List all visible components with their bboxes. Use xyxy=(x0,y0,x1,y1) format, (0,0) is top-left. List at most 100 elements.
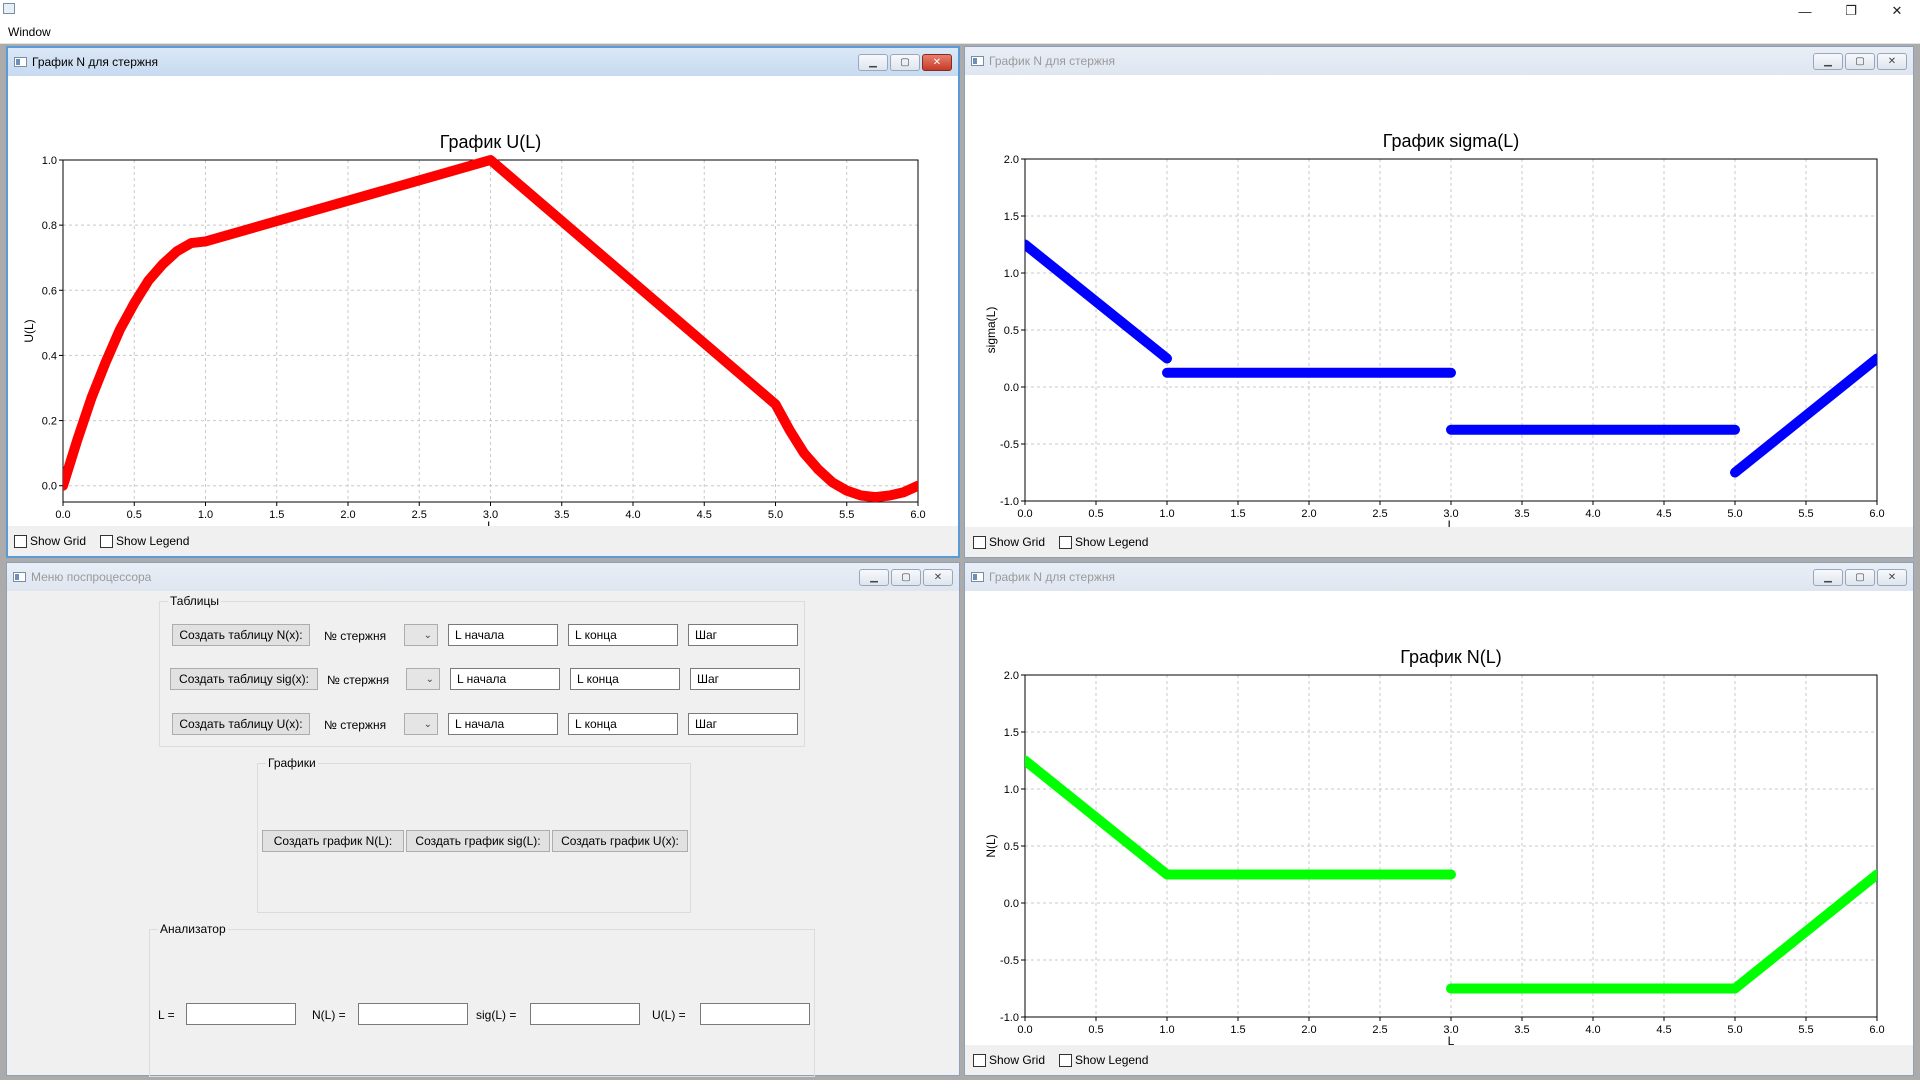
analyzer-n-input[interactable] xyxy=(358,1003,468,1025)
close-icon[interactable]: ✕ xyxy=(923,569,953,586)
app-close-button[interactable]: ✕ xyxy=(1874,0,1920,22)
x-tick-label: 6.0 xyxy=(910,509,925,521)
show-legend-checkbox[interactable]: Show Legend xyxy=(1059,535,1148,549)
x-tick-label: 0.5 xyxy=(1088,508,1103,520)
x-tick-label: 2.0 xyxy=(1301,1024,1316,1036)
checkbox-box[interactable] xyxy=(973,535,986,549)
rod-number-label: № стержня xyxy=(324,629,387,643)
menu-window-titlebar[interactable]: Меню поспроцессора ▁ ▢ ✕ xyxy=(7,563,959,591)
n-plot-window-title: График N для стержня xyxy=(989,570,1116,584)
y-tick-label: 0.8 xyxy=(42,220,57,232)
table-n-end-input[interactable] xyxy=(568,624,678,646)
create-graph-sig-button[interactable]: Создать график sig(L): xyxy=(406,830,550,852)
close-icon[interactable]: ✕ xyxy=(922,54,952,71)
maximize-icon[interactable]: ▢ xyxy=(890,54,920,71)
close-icon[interactable]: ✕ xyxy=(1877,53,1907,70)
show-grid-checkbox[interactable]: Show Grid xyxy=(14,534,86,548)
rod-number-select[interactable]: ⌄ xyxy=(404,624,438,646)
y-axis-label: N(L) xyxy=(984,834,998,857)
chart-group: График N(L)0.0 0.5 1.0 1.5 2.0 2.5 3.0 3.5 4.0 4.… xyxy=(984,647,1885,1045)
y-tick-label: -1.0 xyxy=(1000,1012,1019,1024)
table-sig-step-input[interactable] xyxy=(690,668,800,690)
table-u-step-input[interactable] xyxy=(688,713,798,735)
y-tick-label: -0.5 xyxy=(1000,955,1019,967)
app-titlebar: — ❐ ✕ xyxy=(0,0,1920,22)
analyzer-sig-input[interactable] xyxy=(530,1003,640,1025)
x-tick-label: 4.0 xyxy=(625,509,640,521)
create-table-sig-button[interactable]: Создать таблицу sig(x): xyxy=(170,668,318,690)
analyzer-l-input[interactable] xyxy=(186,1003,296,1025)
create-table-n-button[interactable]: Создать таблицу N(x): xyxy=(172,624,310,646)
rod-number-label: № стержня xyxy=(324,718,387,732)
minimize-icon[interactable]: ▁ xyxy=(858,54,888,71)
checkbox-box[interactable] xyxy=(1059,1053,1072,1067)
table-sig-end-input[interactable] xyxy=(570,668,680,690)
maximize-icon[interactable]: ▢ xyxy=(891,569,921,586)
x-axis-label: L xyxy=(1448,518,1455,527)
mdi-area: График N для стержня ▁ ▢ ✕ График U(L) 0.… xyxy=(0,44,1920,1080)
window-icon xyxy=(971,572,984,582)
x-tick-label: 1.0 xyxy=(198,509,213,521)
x-tick-label: 5.5 xyxy=(839,509,854,521)
maximize-icon[interactable]: ▢ xyxy=(1845,569,1875,586)
x-tick-label: 4.5 xyxy=(1656,508,1671,520)
close-icon[interactable]: ✕ xyxy=(1877,569,1907,586)
chart-title: График U(L) xyxy=(440,132,542,152)
table-n-start-input[interactable] xyxy=(448,624,558,646)
x-tick-label: 0.0 xyxy=(1017,508,1032,520)
graphs-group-title: Графики xyxy=(266,756,318,770)
app-icon xyxy=(3,3,15,14)
y-tick-label: 1.0 xyxy=(42,155,57,167)
analyzer-group-title: Анализатор xyxy=(158,922,228,936)
show-legend-checkbox[interactable]: Show Legend xyxy=(1059,1053,1148,1067)
rod-number-select[interactable]: ⌄ xyxy=(404,713,438,735)
table-n-step-input[interactable] xyxy=(688,624,798,646)
tables-group-title: Таблицы xyxy=(168,594,222,608)
checkbox-box[interactable] xyxy=(100,534,113,548)
x-tick-label: 4.5 xyxy=(697,509,712,521)
create-table-u-button[interactable]: Создать таблицу U(x): xyxy=(172,713,310,735)
rod-number-label: № стержня xyxy=(327,673,390,687)
graphs-group: Графики Создать график N(L): Создать гра… xyxy=(257,756,691,913)
create-graph-n-button[interactable]: Создать график N(L): xyxy=(262,830,404,852)
sigma-plot-titlebar[interactable]: График N для стержня ▁ ▢ ✕ xyxy=(965,47,1913,75)
minimize-icon[interactable]: ▁ xyxy=(1813,53,1843,70)
app-minimize-button[interactable]: — xyxy=(1782,0,1828,22)
menu-window[interactable]: Window xyxy=(8,25,51,39)
n-plot-titlebar[interactable]: График N для стержня ▁ ▢ ✕ xyxy=(965,563,1913,591)
show-grid-checkbox[interactable]: Show Grid xyxy=(973,1053,1045,1067)
show-grid-checkbox[interactable]: Show Grid xyxy=(973,535,1045,549)
show-grid-label: Show Grid xyxy=(30,534,87,548)
x-tick-label: 3.5 xyxy=(554,509,569,521)
table-sig-start-input[interactable] xyxy=(450,668,560,690)
y-tick-label: 1.0 xyxy=(1004,268,1019,280)
x-tick-label: 1.5 xyxy=(1230,1024,1245,1036)
table-u-end-input[interactable] xyxy=(568,713,678,735)
x-tick-label: 5.0 xyxy=(1727,1024,1742,1036)
show-legend-checkbox[interactable]: Show Legend xyxy=(100,534,189,548)
show-legend-label: Show Legend xyxy=(116,534,190,548)
sig-label: sig(L) = xyxy=(476,1008,517,1022)
table-u-start-input[interactable] xyxy=(448,713,558,735)
postprocessor-menu-window: Меню поспроцессора ▁ ▢ ✕ Таблицы Создать… xyxy=(6,562,960,1077)
show-legend-label: Show Legend xyxy=(1075,1053,1149,1067)
y-tick-label: -1.0 xyxy=(1000,496,1019,508)
x-tick-label: 2.0 xyxy=(1301,508,1316,520)
create-graph-u-button[interactable]: Создать график U(x): xyxy=(552,830,688,852)
analyzer-u-input[interactable] xyxy=(700,1003,810,1025)
maximize-icon[interactable]: ▢ xyxy=(1845,53,1875,70)
minimize-icon[interactable]: ▁ xyxy=(859,569,889,586)
x-tick-label: 4.0 xyxy=(1585,508,1600,520)
u-plot-titlebar[interactable]: График N для стержня ▁ ▢ ✕ xyxy=(8,48,958,76)
x-tick-label: 2.5 xyxy=(1372,1024,1387,1036)
y-tick-label: 0.0 xyxy=(1004,382,1019,394)
checkbox-box[interactable] xyxy=(1059,535,1072,549)
minimize-icon[interactable]: ▁ xyxy=(1813,569,1843,586)
checkbox-box[interactable] xyxy=(973,1053,986,1067)
y-tick-label: 0.6 xyxy=(42,285,57,297)
y-tick-label: 0.5 xyxy=(1004,841,1019,853)
checkbox-box[interactable] xyxy=(14,534,27,548)
app-restore-button[interactable]: ❐ xyxy=(1828,0,1874,22)
rod-number-select[interactable]: ⌄ xyxy=(406,668,440,690)
show-grid-label: Show Grid xyxy=(989,535,1046,549)
